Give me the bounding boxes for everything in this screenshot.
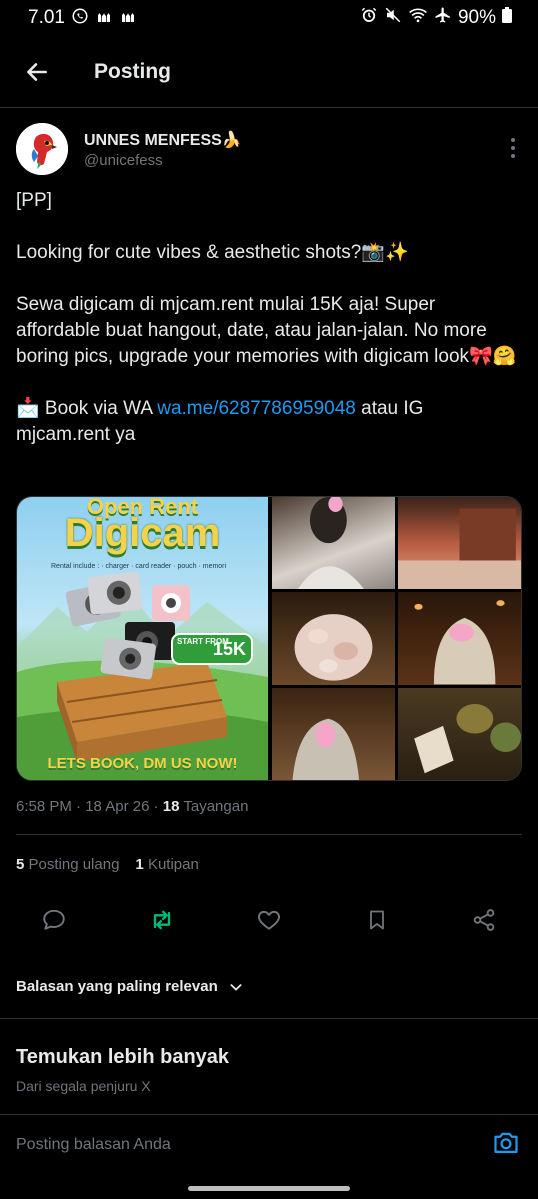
- discover-subtitle: Dari segala penjuru X: [16, 1078, 151, 1094]
- airplane-icon: [434, 6, 452, 30]
- quotes-stat[interactable]: 1 Kutipan: [135, 856, 198, 873]
- repost-count: 5: [16, 856, 25, 873]
- post-text-segment: 📩 Book via WA: [16, 398, 158, 419]
- view-label: Tayangan: [183, 798, 249, 815]
- reposts-stat[interactable]: 5 Posting ulang: [16, 856, 119, 873]
- divider: [0, 1018, 538, 1019]
- dot-icon: [511, 146, 515, 150]
- reply-composer[interactable]: Posting balasan Anda: [0, 1114, 538, 1174]
- post-media[interactable]: Open Rent Digicam Rental include : · cha…: [16, 496, 522, 781]
- post-timestamp[interactable]: 6:58 PM · 18 Apr 26 · 18 Tayangan: [16, 798, 248, 815]
- whatsapp-link[interactable]: wa.me/6287786959048: [157, 398, 356, 419]
- mute-icon: [384, 6, 402, 30]
- bookmark-icon: [369, 910, 384, 930]
- quote-count: 1: [135, 856, 144, 873]
- share-icon: [473, 909, 495, 931]
- heart-icon: [258, 910, 280, 930]
- discover-title: Temukan lebih banyak: [16, 1046, 230, 1068]
- wifi-icon: [408, 6, 428, 30]
- poster-price: 15K: [213, 639, 247, 659]
- bookmark-button[interactable]: [363, 906, 391, 934]
- collage-tile: [272, 497, 395, 590]
- post-text-line: Sewa digicam di mjcam.rent mulai 15K aja…: [16, 294, 517, 367]
- sort-label: Balasan yang paling relevan: [16, 978, 218, 995]
- share-button[interactable]: [470, 906, 498, 934]
- poster-title: Digicam: [64, 511, 221, 555]
- repost-label: Posting ulang: [28, 856, 120, 873]
- divider: [16, 834, 522, 835]
- battery-icon: [502, 7, 512, 29]
- collage-tile: [398, 497, 521, 590]
- quote-label: Kutipan: [147, 856, 199, 873]
- post-date: 18 Apr 26: [85, 798, 150, 815]
- back-button[interactable]: [18, 53, 56, 91]
- like-button[interactable]: [255, 906, 283, 934]
- dot-icon: [511, 154, 515, 158]
- post-text-line: Looking for cute vibes & aesthetic shots…: [16, 242, 409, 263]
- gesture-bar[interactable]: [188, 1186, 350, 1191]
- camera-icon: [494, 1132, 518, 1154]
- comment-icon: [43, 909, 65, 930]
- view-count: 18: [162, 798, 180, 815]
- post-text-line: 📩 Book via WA wa.me/6287786959048 atau I…: [16, 396, 522, 448]
- mosque-icon: [119, 8, 137, 28]
- page-title: Posting: [94, 59, 171, 83]
- camera-button[interactable]: [492, 1129, 520, 1160]
- repost-icon: [153, 910, 170, 930]
- avatar[interactable]: [16, 123, 68, 175]
- collage-tile: [398, 592, 521, 685]
- top-app-bar: Posting: [0, 36, 538, 108]
- collage-tile: [398, 687, 521, 780]
- status-time: 7.01: [28, 7, 65, 28]
- poster-cta: LETS BOOK, DM US NOW!: [47, 755, 238, 772]
- chevron-down-icon: [230, 983, 242, 991]
- arrow-left-icon: [27, 62, 47, 81]
- post-text: [PP] Looking for cute vibes & aesthetic …: [16, 188, 522, 448]
- whatsapp-icon: [71, 7, 89, 29]
- post-time: 6:58 PM: [16, 798, 72, 815]
- reply-input-placeholder[interactable]: Posting balasan Anda: [16, 1136, 171, 1154]
- media-image-poster[interactable]: Open Rent Digicam Rental include : · cha…: [17, 497, 268, 780]
- status-bar: 7.01 90%: [0, 0, 538, 36]
- author-handle[interactable]: @unicefess: [84, 152, 163, 169]
- mosque-icon: [95, 8, 113, 28]
- author-name[interactable]: UNNES MENFESS🍌: [84, 130, 242, 150]
- reply-button[interactable]: [40, 906, 68, 934]
- post-text-line: [PP]: [16, 190, 52, 211]
- post: UNNES MENFESS🍌 @unicefess [PP] Looking f…: [0, 108, 538, 995]
- poster-subtitle: Rental include : · charger · card reader…: [51, 563, 227, 570]
- dot-icon: [511, 138, 515, 142]
- reply-sort-dropdown[interactable]: Balasan yang paling relevan: [16, 978, 244, 995]
- post-author-row: UNNES MENFESS🍌 @unicefess: [0, 108, 538, 184]
- engagement-stats: 5 Posting ulang 1 Kutipan: [16, 856, 199, 873]
- media-image-collage[interactable]: [272, 497, 521, 780]
- repost-button[interactable]: [148, 906, 176, 934]
- collage-tile: [272, 592, 395, 685]
- more-options-button[interactable]: [508, 138, 518, 158]
- battery-level: 90%: [457, 7, 496, 28]
- alarm-icon: [360, 6, 378, 30]
- post-action-bar: [0, 906, 538, 946]
- collage-tile: [272, 687, 395, 780]
